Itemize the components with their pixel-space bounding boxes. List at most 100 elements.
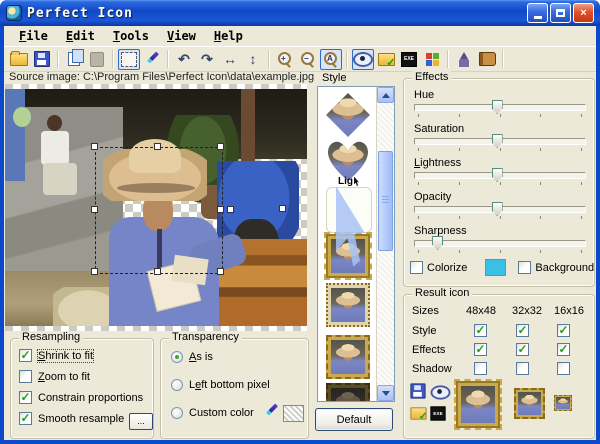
help-button[interactable] [476,49,498,70]
effects-48-checkbox[interactable]: ✓ [474,343,487,356]
copy-button[interactable] [63,49,85,70]
icon-library-button[interactable] [375,49,397,70]
help-book-icon [479,52,496,66]
flip-horizontal-button[interactable]: ↔ [219,49,241,70]
saturation-label: Saturation [414,123,464,135]
shadow-16-checkbox[interactable]: ✓ [557,362,570,375]
constrain-proportions-checkbox[interactable]: ✓ [19,391,32,404]
style-16-checkbox[interactable]: ✓ [557,324,570,337]
rotate-right-icon: ↷ [201,52,213,66]
custom-color-swatch[interactable] [283,405,304,422]
left-bottom-pixel-radio[interactable] [171,379,183,391]
open-button[interactable] [8,49,30,70]
rotate-right-button[interactable]: ↷ [196,49,218,70]
style-item-frame[interactable] [326,187,372,233]
selection-handle-bottom-right[interactable] [217,268,224,275]
toolbar-separator [167,50,169,68]
hue-slider[interactable] [414,104,586,111]
hue-slider-thumb[interactable] [492,100,503,114]
shadow-48-checkbox[interactable]: ✓ [474,362,487,375]
image-preview-area[interactable] [5,84,307,331]
selection-handle-top-left[interactable] [91,143,98,150]
effects-32-checkbox[interactable]: ✓ [516,343,529,356]
selection-handle-top-right[interactable] [217,143,224,150]
windows-icons-button[interactable] [421,49,443,70]
selection-handle-stray[interactable] [279,205,286,212]
scroll-down-button[interactable] [377,385,394,401]
scrollbar-thumb[interactable] [378,151,393,251]
zoom-fit-button[interactable]: A [320,49,342,70]
selection-handle-mid-right[interactable] [217,206,224,213]
sharpness-slider[interactable] [414,240,586,247]
maximize-button[interactable] [550,3,571,23]
style-item-stamp-gold[interactable] [326,234,370,278]
eyedropper-icon[interactable] [263,403,279,419]
style-item-stamp-perforated[interactable] [326,283,370,327]
shadow-row-label: Shadow [412,363,464,375]
selection-marquee[interactable] [95,147,223,274]
style-item-stamp-scalloped[interactable] [326,335,370,379]
effects-16-checkbox[interactable]: ✓ [557,343,570,356]
extract-exe-button[interactable]: EXE [398,49,420,70]
smooth-resample-options-button[interactable]: ... [129,413,153,430]
style-item-diamond[interactable] [326,93,370,137]
preview-result-icon[interactable] [431,385,451,399]
menu-edit[interactable]: Edit [57,27,104,45]
style-list-scrollbar[interactable] [376,87,394,401]
default-button[interactable]: Default [315,408,393,431]
menu-tools[interactable]: Tools [104,27,158,45]
slider-ticks [418,114,582,117]
close-button[interactable]: × [573,3,594,23]
menu-view[interactable]: View [158,27,205,45]
background-checkbox[interactable]: ✓ [518,261,531,274]
preview-button[interactable] [352,49,374,70]
result-thumb-32 [518,392,541,415]
selection-handle-top-mid[interactable] [154,143,161,150]
sharpness-slider-thumb[interactable] [432,236,443,250]
paste-button[interactable] [86,49,108,70]
lightness-slider-thumb[interactable] [492,168,503,182]
resampling-group: Resampling ✓ Shrink to fit ✓ Zoom to fit… [10,338,154,439]
lightness-slider[interactable] [414,172,586,179]
save-button[interactable] [31,49,53,70]
custom-color-radio[interactable] [171,407,183,419]
selection-handle-extra[interactable] [227,206,234,213]
scroll-up-button[interactable] [377,87,394,103]
style-32-checkbox[interactable]: ✓ [516,324,529,337]
color-picker-button[interactable] [141,49,163,70]
zoom-out-button[interactable]: − [297,49,319,70]
select-region-button[interactable] [118,49,140,70]
colorize-checkbox[interactable]: ✓ [410,261,423,274]
rotate-left-button[interactable]: ↶ [173,49,195,70]
shrink-to-fit-checkbox[interactable]: ✓ [19,349,32,362]
resampling-title: Resampling [19,331,83,343]
minimize-button[interactable] [527,3,548,23]
titlebar[interactable]: Perfect Icon × [0,0,600,26]
stamp-style-thumb [331,340,365,374]
menu-file[interactable]: File [10,27,57,45]
smooth-resample-checkbox[interactable]: ✓ [19,412,32,425]
saturation-slider-thumb[interactable] [492,134,503,148]
style-48-checkbox[interactable]: ✓ [474,324,487,337]
as-is-radio[interactable] [171,351,183,363]
colorize-color-swatch[interactable] [485,259,506,276]
opacity-slider[interactable] [414,206,586,213]
selection-handle-mid-left[interactable] [91,206,98,213]
style-list[interactable] [317,86,395,402]
toolbar-separator [57,50,59,68]
flip-vertical-button[interactable]: ↕ [242,49,264,70]
selection-handle-bottom-mid[interactable] [154,268,161,275]
style-item-stamp-dark[interactable] [326,383,370,402]
shadow-32-checkbox[interactable]: ✓ [516,362,529,375]
saturation-slider[interactable] [414,138,586,145]
menu-help[interactable]: Help [205,27,252,45]
selection-handle-bottom-left[interactable] [91,268,98,275]
library-result-icon[interactable] [410,407,426,419]
exe-result-icon[interactable]: EXE [430,406,445,420]
save-result-icon[interactable] [410,383,425,398]
zoom-in-button[interactable]: + [274,49,296,70]
opacity-slider-thumb[interactable] [492,202,503,216]
wizard-button[interactable] [453,49,475,70]
minimize-icon [534,16,542,19]
zoom-to-fit-checkbox[interactable]: ✓ [19,370,32,383]
